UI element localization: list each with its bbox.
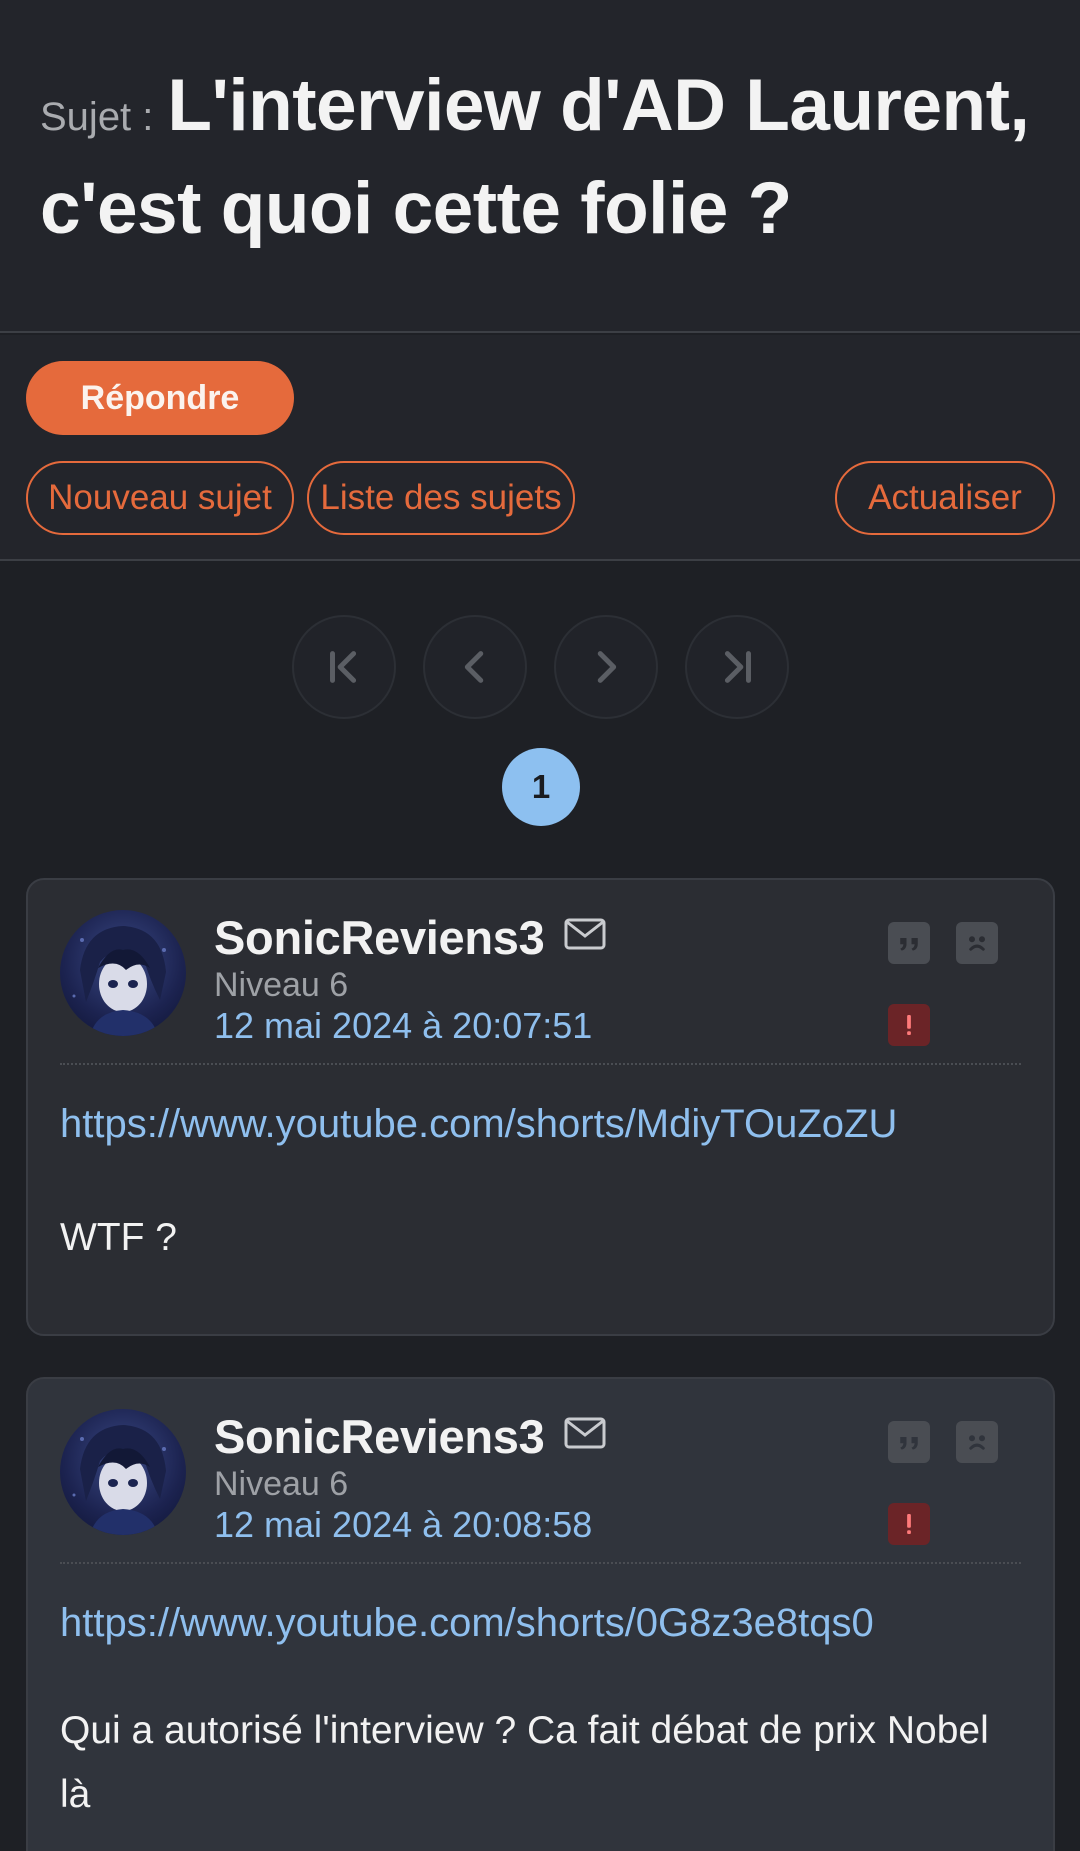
mail-icon[interactable] (564, 1417, 606, 1449)
action-bar: Répondre Nouveau sujet Liste des sujets … (0, 335, 1080, 561)
topic-header: Sujet : L'interview d'AD Laurent, c'est q… (0, 0, 1080, 333)
author-level: Niveau 6 (214, 966, 349, 1004)
topic-title-text: L'interview d'AD Laurent, c'est quoi cet… (40, 65, 1030, 249)
previous-page-button[interactable] (423, 615, 527, 719)
author-name[interactable]: SonicReviens3 (214, 1409, 545, 1464)
first-page-icon (330, 651, 357, 683)
forum-post: SonicReviens3 Niveau 6 12 mai 2024 à 20:… (26, 878, 1055, 1336)
quote-icon (900, 1437, 918, 1450)
topic-prefix: Sujet : (40, 95, 154, 139)
post-divider (60, 1063, 1021, 1065)
quote-button[interactable] (888, 1421, 930, 1463)
forum-topic-page: Sujet : L'interview d'AD Laurent, c'est q… (0, 0, 1080, 1851)
post-link[interactable]: https://www.youtube.com/shorts/MdiyTOuZo… (60, 1102, 897, 1147)
next-page-button[interactable] (554, 615, 658, 719)
post-link[interactable]: https://www.youtube.com/shorts/0G8z3e8tq… (60, 1601, 874, 1646)
first-page-button[interactable] (292, 615, 396, 719)
mail-icon[interactable] (564, 918, 606, 950)
forum-post: SonicReviens3 Niveau 6 12 mai 2024 à 20:… (26, 1377, 1055, 1851)
page-title: Sujet : L'interview d'AD Laurent, c'est q… (40, 60, 1050, 255)
alert-icon (907, 1015, 911, 1035)
avatar[interactable] (60, 910, 186, 1036)
sad-face-icon (969, 1435, 986, 1450)
last-page-button[interactable] (685, 615, 789, 719)
quote-button[interactable] (888, 922, 930, 964)
next-page-icon (597, 651, 617, 683)
sad-reaction-button[interactable] (956, 1421, 998, 1463)
author-name[interactable]: SonicReviens3 (214, 910, 545, 965)
quote-icon (900, 938, 918, 951)
new-topic-button[interactable]: Nouveau sujet (26, 461, 294, 535)
pagination: 1 (0, 563, 1080, 863)
avatar-image (72, 926, 166, 1036)
report-button[interactable] (888, 1503, 930, 1545)
refresh-button[interactable]: Actualiser (835, 461, 1055, 535)
post-divider (60, 1562, 1021, 1564)
current-page-indicator[interactable]: 1 (502, 748, 580, 826)
post-body: Qui a autorisé l'interview ? Ca fait déb… (60, 1709, 989, 1816)
post-date[interactable]: 12 mai 2024 à 20:08:58 (214, 1504, 592, 1546)
prev-page-icon (464, 651, 484, 683)
avatar-image (72, 1425, 166, 1535)
sad-face-icon (969, 936, 986, 951)
sad-reaction-button[interactable] (956, 922, 998, 964)
post-date[interactable]: 12 mai 2024 à 20:07:51 (214, 1005, 592, 1047)
last-page-icon (724, 651, 751, 683)
post-body: WTF ? (60, 1216, 177, 1259)
alert-icon (907, 1514, 911, 1534)
author-level: Niveau 6 (214, 1465, 349, 1503)
avatar[interactable] (60, 1409, 186, 1535)
report-button[interactable] (888, 1004, 930, 1046)
topic-list-button[interactable]: Liste des sujets (307, 461, 575, 535)
reply-button[interactable]: Répondre (26, 361, 294, 435)
